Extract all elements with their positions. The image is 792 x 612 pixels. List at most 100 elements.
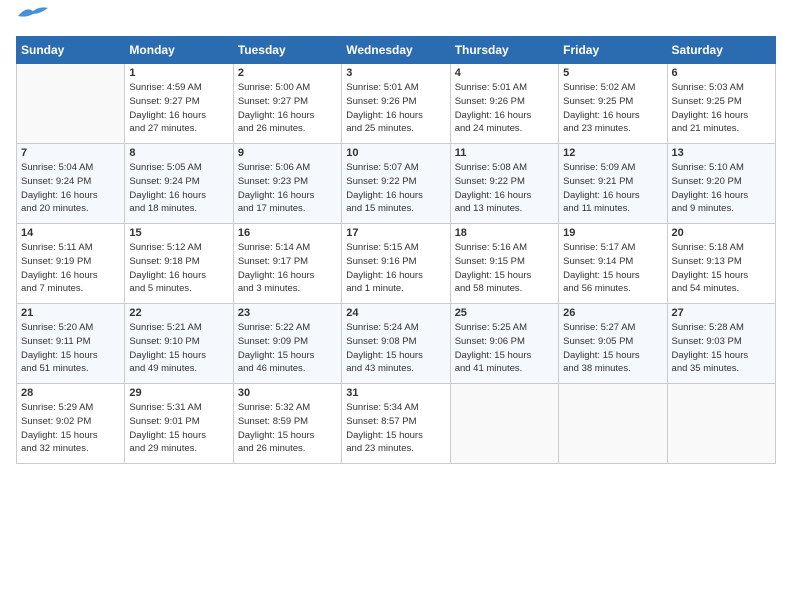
day-number: 3 <box>346 67 445 79</box>
day-number: 7 <box>21 147 120 159</box>
calendar-cell: 20Sunrise: 5:18 AM Sunset: 9:13 PM Dayli… <box>667 224 775 304</box>
calendar-body: 1 Sunrise: 4:59 AM Sunset: 9:27 PM Daylig… <box>17 64 776 464</box>
day-number: 6 <box>672 67 771 79</box>
week-row-5: 28 Sunrise: 5:29 AM Sunset: 9:02 PM Dayli… <box>17 384 776 464</box>
day-number: 30 <box>238 387 337 399</box>
day-info: Sunrise: 5:21 AM Sunset: 9:10 PM Dayligh… <box>129 321 228 376</box>
logo <box>16 16 48 26</box>
day-number: 26 <box>563 307 662 319</box>
calendar-cell: 29 Sunrise: 5:31 AM Sunset: 9:01 PM Dayli… <box>125 384 233 464</box>
day-number: 19 <box>563 227 662 239</box>
day-info: Sunrise: 5:31 AM Sunset: 9:01 PM Dayligh… <box>129 401 228 456</box>
day-number: 10 <box>346 147 445 159</box>
day-info: Sunrise: 5:04 AM Sunset: 9:24 PM Dayligh… <box>21 161 120 216</box>
day-info: Sunrise: 5:28 AM Sunset: 9:03 PM Dayligh… <box>672 321 771 376</box>
day-info: Sunrise: 5:34 AM Sunset: 8:57 PM Dayligh… <box>346 401 445 456</box>
calendar-cell: 23 Sunrise: 5:22 AM Sunset: 9:09 PM Dayli… <box>233 304 341 384</box>
calendar-cell: 18 Sunrise: 5:16 AM Sunset: 9:15 PM Dayli… <box>450 224 558 304</box>
day-number: 5 <box>563 67 662 79</box>
day-info: Sunrise: 5:27 AM Sunset: 9:05 PM Dayligh… <box>563 321 662 376</box>
calendar-cell: 7 Sunrise: 5:04 AM Sunset: 9:24 PM Daylig… <box>17 144 125 224</box>
day-number: 23 <box>238 307 337 319</box>
calendar-cell: 24Sunrise: 5:24 AM Sunset: 9:08 PM Dayli… <box>342 304 450 384</box>
day-info: Sunrise: 5:20 AM Sunset: 9:11 PM Dayligh… <box>21 321 120 376</box>
calendar-cell <box>450 384 558 464</box>
day-info: Sunrise: 5:00 AM Sunset: 9:27 PM Dayligh… <box>238 81 337 136</box>
day-info: Sunrise: 5:09 AM Sunset: 9:21 PM Dayligh… <box>563 161 662 216</box>
day-info: Sunrise: 5:16 AM Sunset: 9:15 PM Dayligh… <box>455 241 554 296</box>
calendar-cell: 31 Sunrise: 5:34 AM Sunset: 8:57 PM Dayli… <box>342 384 450 464</box>
day-info: Sunrise: 5:24 AM Sunset: 9:08 PM Dayligh… <box>346 321 445 376</box>
logo-bird-icon <box>18 6 48 26</box>
calendar-cell: 27 Sunrise: 5:28 AM Sunset: 9:03 PM Dayli… <box>667 304 775 384</box>
header-saturday: Saturday <box>667 37 775 64</box>
header-sunday: Sunday <box>17 37 125 64</box>
calendar-cell <box>667 384 775 464</box>
calendar-cell: 16Sunrise: 5:14 AM Sunset: 9:17 PM Dayli… <box>233 224 341 304</box>
day-info: Sunrise: 5:17 AM Sunset: 9:14 PM Dayligh… <box>563 241 662 296</box>
day-info: Sunrise: 5:02 AM Sunset: 9:25 PM Dayligh… <box>563 81 662 136</box>
calendar-cell: 3 Sunrise: 5:01 AM Sunset: 9:26 PM Daylig… <box>342 64 450 144</box>
day-number: 9 <box>238 147 337 159</box>
day-number: 31 <box>346 387 445 399</box>
calendar-cell: 8 Sunrise: 5:05 AM Sunset: 9:24 PM Daylig… <box>125 144 233 224</box>
week-row-4: 21 Sunrise: 5:20 AM Sunset: 9:11 PM Dayli… <box>17 304 776 384</box>
day-number: 28 <box>21 387 120 399</box>
week-row-1: 1 Sunrise: 4:59 AM Sunset: 9:27 PM Daylig… <box>17 64 776 144</box>
calendar-cell: 10 Sunrise: 5:07 AM Sunset: 9:22 PM Dayli… <box>342 144 450 224</box>
calendar-cell <box>559 384 667 464</box>
day-info: Sunrise: 5:29 AM Sunset: 9:02 PM Dayligh… <box>21 401 120 456</box>
day-number: 2 <box>238 67 337 79</box>
day-number: 18 <box>455 227 554 239</box>
day-info: Sunrise: 5:01 AM Sunset: 9:26 PM Dayligh… <box>455 81 554 136</box>
header-thursday: Thursday <box>450 37 558 64</box>
calendar-cell: 26 Sunrise: 5:27 AM Sunset: 9:05 PM Dayli… <box>559 304 667 384</box>
calendar-cell: 6 Sunrise: 5:03 AM Sunset: 9:25 PM Daylig… <box>667 64 775 144</box>
calendar-table: SundayMondayTuesdayWednesdayThursdayFrid… <box>16 36 776 464</box>
calendar-cell: 19 Sunrise: 5:17 AM Sunset: 9:14 PM Dayli… <box>559 224 667 304</box>
day-number: 12 <box>563 147 662 159</box>
day-number: 17 <box>346 227 445 239</box>
day-info: Sunrise: 5:05 AM Sunset: 9:24 PM Dayligh… <box>129 161 228 216</box>
day-info: Sunrise: 5:10 AM Sunset: 9:20 PM Dayligh… <box>672 161 771 216</box>
header-monday: Monday <box>125 37 233 64</box>
day-info: Sunrise: 5:11 AM Sunset: 9:19 PM Dayligh… <box>21 241 120 296</box>
day-info: Sunrise: 5:18 AM Sunset: 9:13 PM Dayligh… <box>672 241 771 296</box>
day-number: 29 <box>129 387 228 399</box>
day-number: 11 <box>455 147 554 159</box>
day-info: Sunrise: 4:59 AM Sunset: 9:27 PM Dayligh… <box>129 81 228 136</box>
day-number: 13 <box>672 147 771 159</box>
day-number: 8 <box>129 147 228 159</box>
calendar-cell <box>17 64 125 144</box>
day-info: Sunrise: 5:01 AM Sunset: 9:26 PM Dayligh… <box>346 81 445 136</box>
day-number: 16 <box>238 227 337 239</box>
day-number: 1 <box>129 67 228 79</box>
day-number: 21 <box>21 307 120 319</box>
day-header-row: SundayMondayTuesdayWednesdayThursdayFrid… <box>17 37 776 64</box>
day-info: Sunrise: 5:25 AM Sunset: 9:06 PM Dayligh… <box>455 321 554 376</box>
day-info: Sunrise: 5:12 AM Sunset: 9:18 PM Dayligh… <box>129 241 228 296</box>
day-info: Sunrise: 5:08 AM Sunset: 9:22 PM Dayligh… <box>455 161 554 216</box>
day-info: Sunrise: 5:15 AM Sunset: 9:16 PM Dayligh… <box>346 241 445 296</box>
day-number: 22 <box>129 307 228 319</box>
header-wednesday: Wednesday <box>342 37 450 64</box>
day-number: 27 <box>672 307 771 319</box>
calendar-cell: 14Sunrise: 5:11 AM Sunset: 9:19 PM Dayli… <box>17 224 125 304</box>
week-row-3: 14Sunrise: 5:11 AM Sunset: 9:19 PM Dayli… <box>17 224 776 304</box>
calendar-cell: 21 Sunrise: 5:20 AM Sunset: 9:11 PM Dayli… <box>17 304 125 384</box>
day-info: Sunrise: 5:06 AM Sunset: 9:23 PM Dayligh… <box>238 161 337 216</box>
day-info: Sunrise: 5:07 AM Sunset: 9:22 PM Dayligh… <box>346 161 445 216</box>
calendar-cell: 22 Sunrise: 5:21 AM Sunset: 9:10 PM Dayli… <box>125 304 233 384</box>
calendar-cell: 5 Sunrise: 5:02 AM Sunset: 9:25 PM Daylig… <box>559 64 667 144</box>
day-number: 15 <box>129 227 228 239</box>
calendar-cell: 2 Sunrise: 5:00 AM Sunset: 9:27 PM Daylig… <box>233 64 341 144</box>
calendar-cell: 28 Sunrise: 5:29 AM Sunset: 9:02 PM Dayli… <box>17 384 125 464</box>
page-header <box>16 16 776 26</box>
calendar-cell: 4Sunrise: 5:01 AM Sunset: 9:26 PM Daylig… <box>450 64 558 144</box>
calendar-cell: 17 Sunrise: 5:15 AM Sunset: 9:16 PM Dayli… <box>342 224 450 304</box>
day-info: Sunrise: 5:03 AM Sunset: 9:25 PM Dayligh… <box>672 81 771 136</box>
calendar-cell: 30 Sunrise: 5:32 AM Sunset: 8:59 PM Dayli… <box>233 384 341 464</box>
calendar-cell: 11 Sunrise: 5:08 AM Sunset: 9:22 PM Dayli… <box>450 144 558 224</box>
day-info: Sunrise: 5:32 AM Sunset: 8:59 PM Dayligh… <box>238 401 337 456</box>
day-info: Sunrise: 5:22 AM Sunset: 9:09 PM Dayligh… <box>238 321 337 376</box>
